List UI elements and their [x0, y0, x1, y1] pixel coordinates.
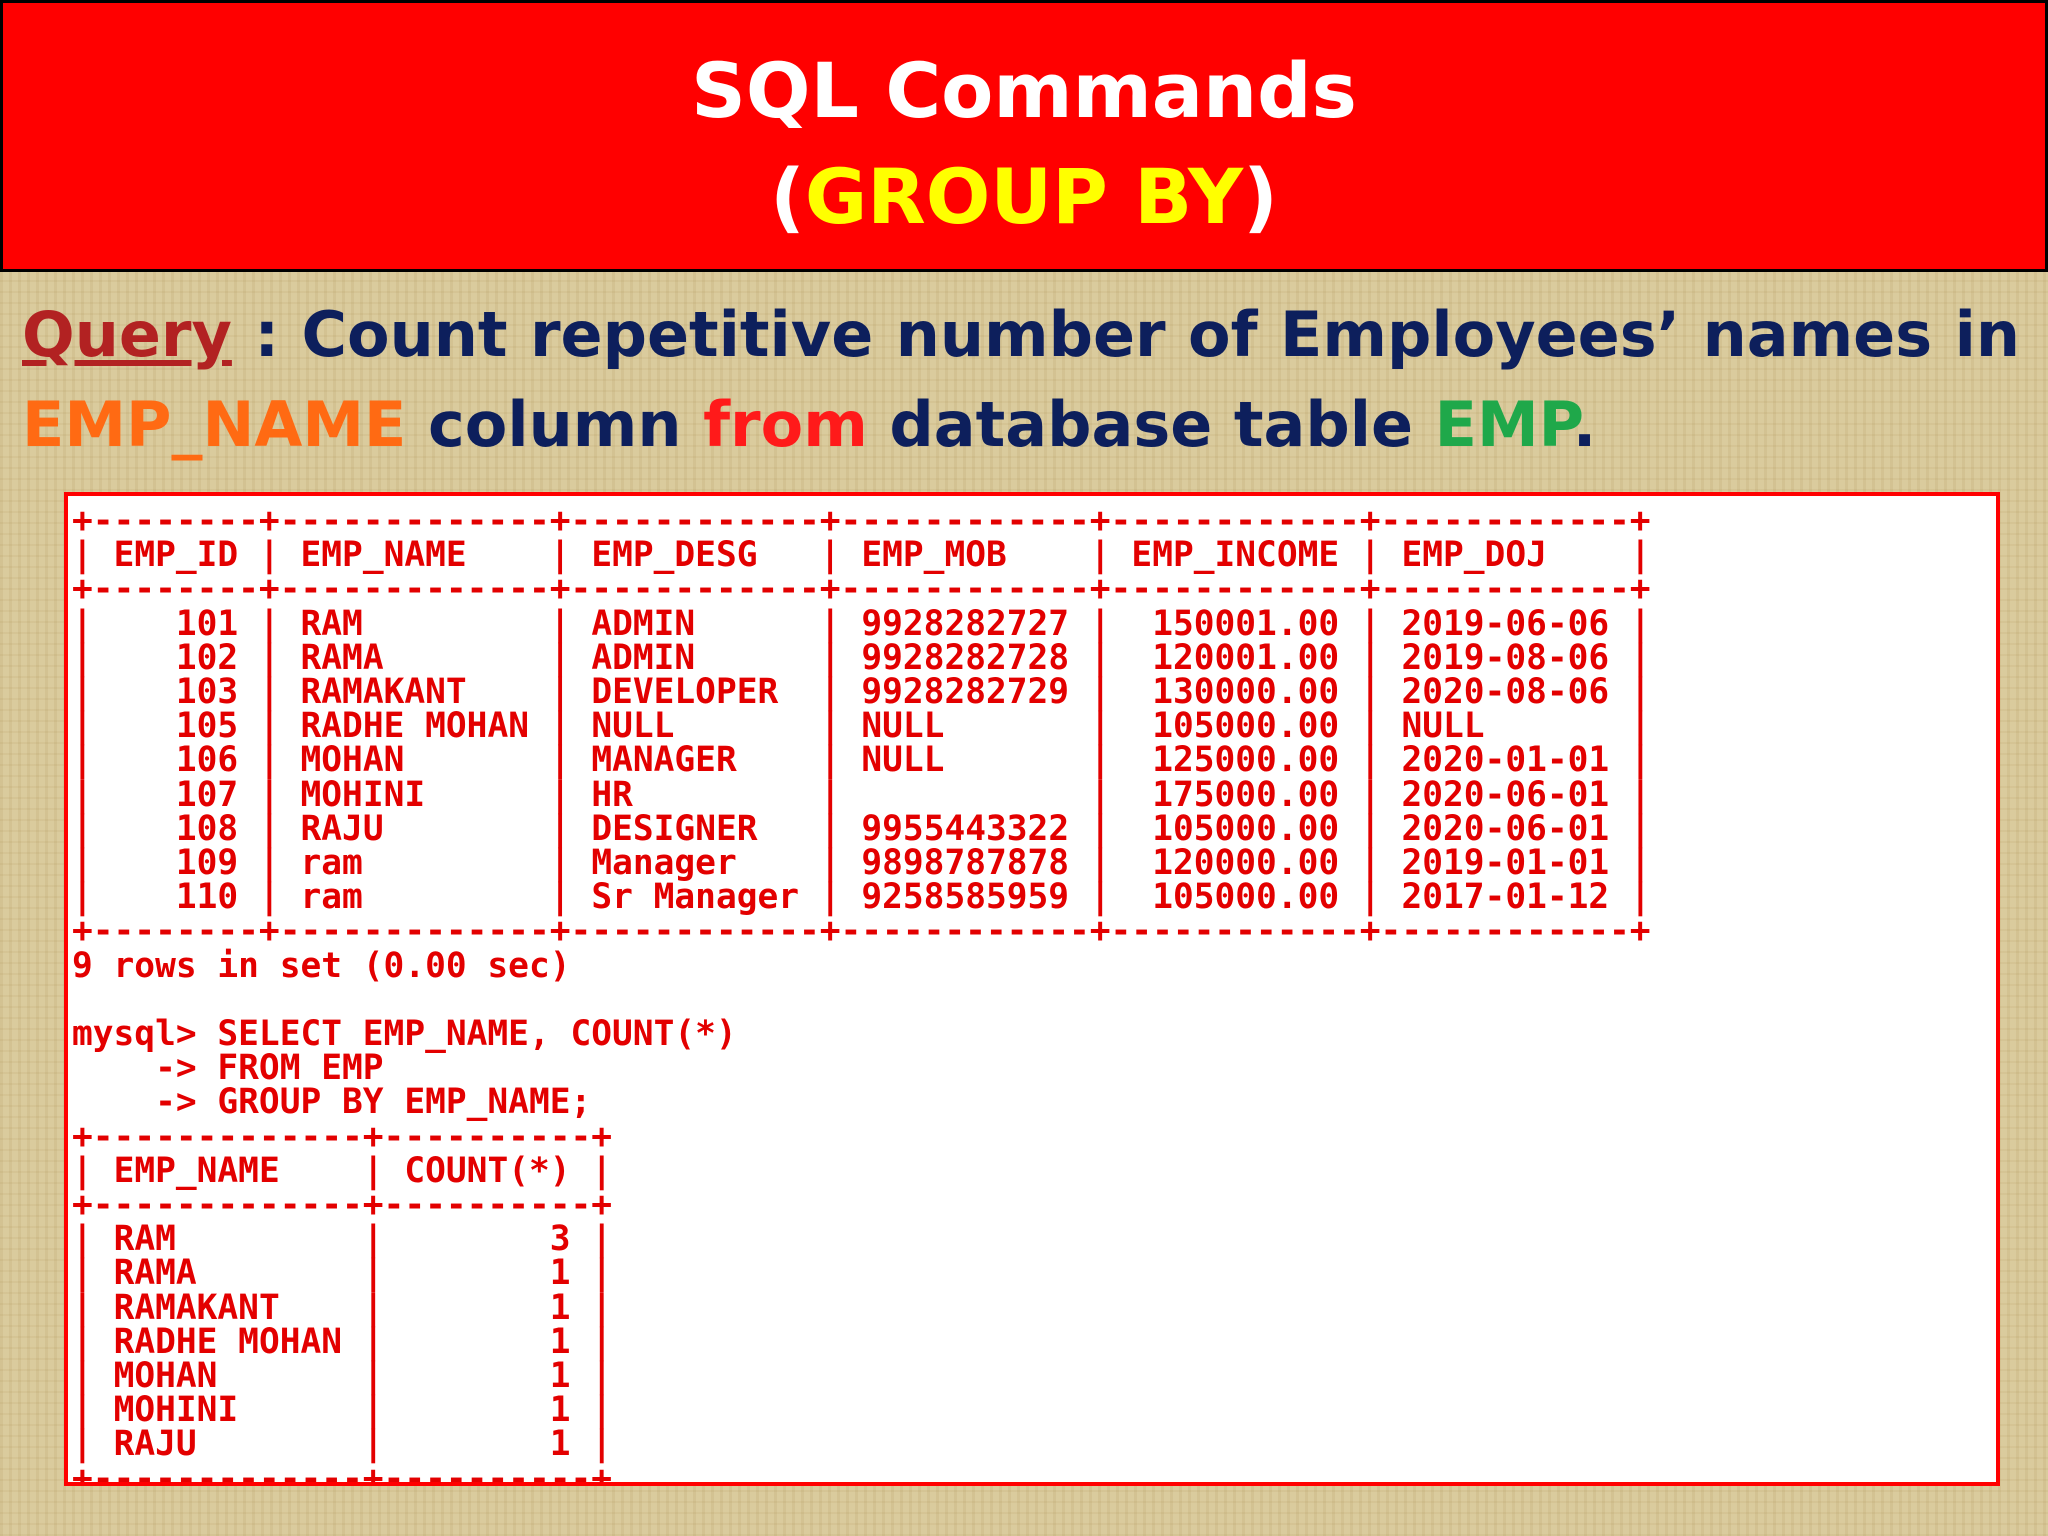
emp-table-cell: 9258585959 — [861, 877, 1070, 918]
terminal-output: +--------+-------------+------------+---… — [72, 501, 1651, 1486]
query-word: number — [895, 298, 1166, 371]
group-result-header-cell: EMP_NAME — [113, 1150, 280, 1191]
from-keyword: from — [703, 388, 868, 461]
emp-table-cell: 110 — [175, 877, 239, 918]
query-label: Query — [22, 298, 232, 371]
emp-table-cell: 105000.00 — [1152, 877, 1340, 918]
group-result-cell: RAJU — [113, 1424, 197, 1465]
emp-table-header-cell: EMP_INCOME — [1131, 535, 1340, 576]
emp-table-cell: Sr Manager — [591, 877, 800, 918]
slide-subtitle: (GROUP BY) — [770, 152, 1278, 241]
query-line-2: EMP_NAME column from database table EMP. — [22, 388, 1597, 461]
emp-table-header-cell: EMP_ID — [113, 535, 239, 576]
emp-table-cell: 2017-01-12 — [1401, 877, 1610, 918]
group-result-header-cell: COUNT(*) — [404, 1150, 571, 1191]
column-name: EMP_NAME — [22, 388, 407, 461]
query-word: in — [1954, 298, 2020, 371]
slide-title: SQL Commands — [691, 46, 1357, 135]
query-word: repetitive — [529, 298, 874, 371]
rows-summary: 9 rows in set (0.00 sec) — [72, 945, 571, 986]
mysql-terminal-screenshot: +--------+-------------+------------+---… — [64, 492, 2000, 1486]
query-colon: : — [254, 298, 280, 371]
emp-table-cell: ram — [300, 877, 363, 918]
emp-table-header-cell: EMP_NAME — [300, 535, 467, 576]
query-word: names — [1702, 298, 1933, 371]
sql-line: -> GROUP BY EMP_NAME; — [72, 1082, 592, 1123]
query-word: of — [1188, 298, 1258, 371]
query-word: Count — [301, 298, 508, 371]
table-name: EMP — [1434, 388, 1573, 461]
query-description: Query : Count repetitive number of Emplo… — [22, 290, 2020, 470]
group-by-keyword: GROUP BY — [804, 152, 1244, 241]
emp-table-header-cell: EMP_MOB — [861, 535, 1007, 576]
group-result-cell: 1 — [549, 1424, 571, 1465]
emp-table-cell: NULL — [861, 740, 945, 781]
emp-table-header-cell: EMP_DOJ — [1401, 535, 1547, 576]
query-word: Employees’ — [1280, 298, 1681, 371]
emp-table-header-cell: EMP_DESG — [591, 535, 758, 576]
slide-header: SQL Commands (GROUP BY) — [0, 0, 2048, 272]
query-line-1: Query : Count repetitive number of Emplo… — [22, 290, 2020, 380]
